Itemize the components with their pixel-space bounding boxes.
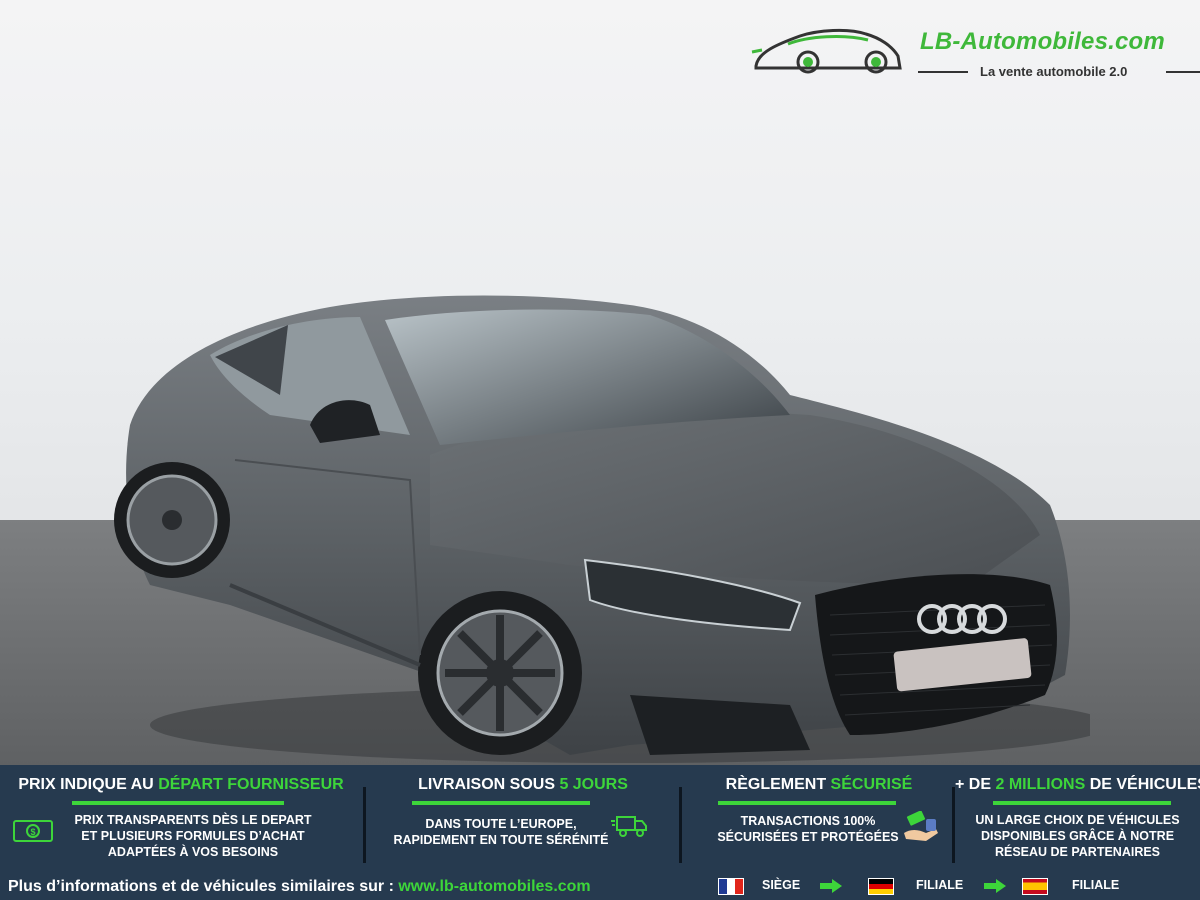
hand-payment-icon [904,811,938,841]
vehicle-photo: LB-Automobiles.com La vente automobile 2… [0,0,1200,765]
website-link[interactable]: www.lb-automobiles.com [398,878,590,895]
feature-vehicles-title: + DE 2 MILLIONS DE VÉHICULES [955,776,1200,793]
logo-rule-right [1166,71,1200,73]
feature-payment-text: TRANSACTIONS 100% SÉCURISÉES ET PROTÉGÉE… [717,814,899,844]
delivery-truck-icon [611,816,647,837]
logo-rule-left [918,71,968,73]
divider [363,787,366,863]
feature-payment: RÈGLEMENT SÉCURISÉ TRANSACTIONS 100% SÉC… [686,765,952,869]
location-label-spain: FILIALE [1072,878,1120,892]
more-info-text: Plus d’informations et de véhicules simi… [8,878,399,895]
logo-tagline: La vente automobile 2.0 [980,64,1128,79]
divider [679,787,682,863]
feature-payment-title: RÈGLEMENT SÉCURISÉ [725,776,913,793]
info-banner: PRIX INDIQUE AU DÉPART FOURNISSEUR $ PRI… [0,765,1200,900]
france-flag-icon [718,878,744,895]
feature-delivery: LIVRAISON SOUS 5 JOURS DANS TOUTE L’EURO… [368,765,678,869]
feature-delivery-underline [412,801,590,805]
feature-vehicles: + DE 2 MILLIONS DE VÉHICULES UN LARGE CH… [955,765,1200,869]
feature-vehicles-underline [993,801,1171,805]
svg-text:$: $ [30,827,35,837]
germany-flag-icon [868,878,894,895]
arrow-right-icon [820,879,842,893]
banknote-icon: $ [13,820,53,842]
feature-price: PRIX INDIQUE AU DÉPART FOURNISSEUR $ PRI… [0,765,362,869]
car-logo-icon [751,28,902,74]
feature-price-underline [72,801,284,805]
more-info-line: Plus d’informations et de véhicules simi… [8,878,591,896]
feature-delivery-title: LIVRAISON SOUS 5 JOURS [418,776,628,793]
car-image [114,295,1090,763]
arrow-right-icon [984,879,1006,893]
location-label-france: SIÈGE [762,878,801,892]
feature-delivery-text: DANS TOUTE L’EUROPE, RAPIDEMENT EN TOUTE… [393,817,609,847]
location-label-germany: FILIALE [916,878,964,892]
feature-vehicles-text: UN LARGE CHOIX DE VÉHICULES DISPONIBLES … [975,813,1180,859]
feature-payment-underline [718,801,896,805]
logo-brand-text: LB-Automobiles.com [920,28,1165,55]
spain-flag-icon [1022,878,1048,895]
brand-logo[interactable]: LB-Automobiles.com La vente automobile 2… [748,22,1200,82]
feature-price-title: PRIX INDIQUE AU DÉPART FOURNISSEUR [18,776,344,793]
feature-price-text: PRIX TRANSPARENTS DÈS LE DEPART ET PLUSI… [74,813,312,859]
